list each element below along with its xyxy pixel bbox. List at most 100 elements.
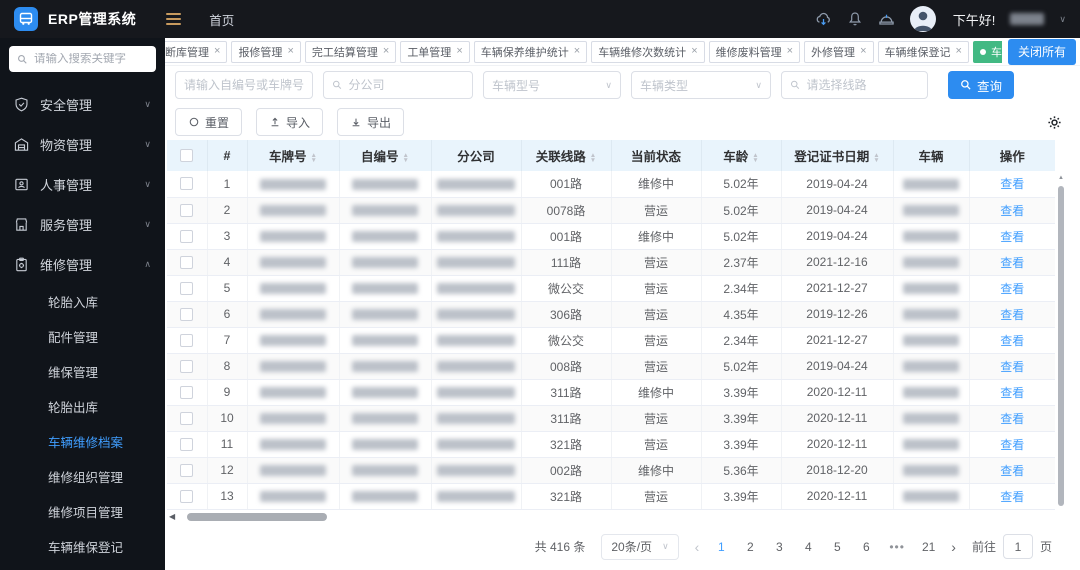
sidebar-item-物资管理[interactable]: 物资管理 ∨: [0, 124, 165, 164]
sidebar-item-安全管理[interactable]: 安全管理 ∨: [0, 84, 165, 124]
view-link[interactable]: 查看: [1000, 386, 1024, 400]
column-settings-gear-icon[interactable]: [1047, 115, 1062, 130]
company-search-field[interactable]: [323, 71, 473, 99]
sidebar-subitem-配件管理[interactable]: 配件管理: [0, 319, 165, 354]
row-checkbox[interactable]: [180, 437, 194, 451]
scroll-left-icon[interactable]: ◀: [169, 512, 175, 521]
view-link[interactable]: 查看: [1000, 230, 1024, 244]
page-number-6[interactable]: 6: [860, 540, 872, 554]
tab-工单管理[interactable]: 工单管理 ×: [400, 40, 470, 63]
page-number-21[interactable]: 21: [922, 540, 935, 554]
sidebar-subitem-车辆维修档案[interactable]: 车辆维修档案: [0, 424, 165, 459]
view-link[interactable]: 查看: [1000, 204, 1024, 218]
tab-close-icon[interactable]: ×: [287, 46, 293, 57]
horizontal-scrollbar[interactable]: ◀: [169, 510, 1080, 524]
sidebar-item-服务管理[interactable]: 服务管理 ∨: [0, 204, 165, 244]
tab-外修管理[interactable]: 外修管理 ×: [804, 40, 874, 63]
page-size-select[interactable]: 20条/页 ∨: [601, 533, 679, 560]
tab-车辆维保登记[interactable]: 车辆维保登记 ×: [877, 40, 969, 63]
prev-page-button[interactable]: ‹: [695, 539, 700, 555]
view-link[interactable]: 查看: [1000, 177, 1024, 191]
row-checkbox[interactable]: [180, 203, 194, 217]
column-header-line[interactable]: 关联线路 ▲ ▼: [521, 140, 612, 171]
close-all-tabs-button[interactable]: 关闭所有: [1007, 38, 1076, 65]
select-all-checkbox[interactable]: [180, 149, 194, 162]
page-number-2[interactable]: 2: [744, 540, 756, 554]
sidebar-subitem-车辆维保登记[interactable]: 车辆维保登记: [0, 529, 165, 564]
sidebar-subitem-维修组织管理[interactable]: 维修组织管理: [0, 459, 165, 494]
tab-故障诊断库管理[interactable]: 故障诊断库管理 ×: [165, 40, 228, 63]
tab-车辆维修次数统计[interactable]: 车辆维修次数统计 ×: [591, 40, 705, 63]
user-avatar[interactable]: [909, 6, 936, 32]
view-link[interactable]: 查看: [1000, 438, 1024, 452]
import-button[interactable]: 导入: [256, 108, 324, 136]
tab-车辆维修档案[interactable]: 车辆维修档案×: [972, 40, 1002, 63]
goto-page-input[interactable]: [1002, 534, 1033, 560]
tab-close-icon[interactable]: ×: [456, 46, 462, 57]
sidebar-search-input[interactable]: [34, 53, 148, 65]
vehicle-model-select[interactable]: 车辆型号 ∨: [483, 71, 621, 99]
line-search-input[interactable]: [806, 78, 919, 92]
page-number-4[interactable]: 4: [802, 540, 814, 554]
tab-close-icon[interactable]: ×: [383, 46, 389, 57]
breadcrumb-home[interactable]: 首页: [209, 10, 234, 29]
query-button[interactable]: 查询: [948, 71, 1015, 99]
username-redacted[interactable]: [1010, 13, 1045, 25]
column-header-code[interactable]: 自编号 ▲ ▼: [339, 140, 432, 171]
sort-icon[interactable]: ▲ ▼: [311, 152, 317, 164]
row-checkbox[interactable]: [180, 359, 194, 373]
tab-close-icon[interactable]: ×: [214, 46, 220, 57]
sidebar-subitem-轮胎出库[interactable]: 轮胎出库: [0, 389, 165, 424]
tab-完工结算管理[interactable]: 完工结算管理 ×: [304, 40, 397, 63]
view-link[interactable]: 查看: [1000, 256, 1024, 270]
sort-icon[interactable]: ▲ ▼: [873, 152, 879, 164]
view-link[interactable]: 查看: [1000, 360, 1024, 374]
sidebar-subitem-维修项目管理[interactable]: 维修项目管理: [0, 494, 165, 529]
chevron-down-icon[interactable]: ∨: [1059, 14, 1066, 25]
column-header-age[interactable]: 车龄 ▲ ▼: [701, 140, 782, 171]
row-checkbox[interactable]: [180, 177, 194, 191]
view-link[interactable]: 查看: [1000, 412, 1024, 426]
view-link[interactable]: 查看: [1000, 282, 1024, 296]
plate-search-field[interactable]: [175, 71, 313, 99]
sidebar-subitem-轮胎入库[interactable]: 轮胎入库: [0, 284, 165, 319]
row-checkbox[interactable]: [180, 307, 194, 321]
tab-close-icon[interactable]: ×: [787, 46, 793, 57]
export-button[interactable]: 导出: [337, 108, 405, 136]
collapse-menu-icon[interactable]: [166, 13, 182, 25]
tab-维修废料管理[interactable]: 维修废料管理 ×: [708, 40, 801, 63]
bell-icon[interactable]: [847, 11, 863, 27]
view-link[interactable]: 查看: [1000, 464, 1024, 478]
next-page-button[interactable]: ›: [951, 539, 956, 555]
sidebar-subitem-维保管理[interactable]: 维保管理: [0, 354, 165, 389]
row-checkbox[interactable]: [180, 385, 194, 399]
sidebar-item-维修管理[interactable]: 维修管理 ∧: [0, 244, 165, 284]
scroll-up-icon[interactable]: ▲: [1057, 175, 1065, 181]
vertical-scrollbar[interactable]: ▲: [1057, 173, 1065, 510]
column-header-plate[interactable]: 车牌号 ▲ ▼: [247, 140, 340, 171]
row-checkbox[interactable]: [180, 489, 194, 503]
column-header-date[interactable]: 登记证书日期 ▲ ▼: [781, 140, 894, 171]
line-search-field[interactable]: [781, 71, 928, 99]
row-checkbox[interactable]: [180, 255, 194, 269]
row-checkbox[interactable]: [180, 411, 194, 425]
view-link[interactable]: 查看: [1000, 334, 1024, 348]
page-number-1[interactable]: 1: [715, 540, 727, 554]
page-number-3[interactable]: 3: [773, 540, 785, 554]
sidebar-item-人事管理[interactable]: 人事管理 ∨: [0, 164, 165, 204]
view-link[interactable]: 查看: [1000, 490, 1024, 504]
page-number-5[interactable]: 5: [831, 540, 843, 554]
tab-close-icon[interactable]: ×: [574, 46, 580, 57]
sort-icon[interactable]: ▲ ▼: [752, 152, 758, 164]
tab-close-icon[interactable]: ×: [956, 46, 962, 57]
tab-报修管理[interactable]: 报修管理 ×: [231, 40, 301, 63]
vehicle-type-select[interactable]: 车辆类型 ∨: [631, 71, 771, 99]
row-checkbox[interactable]: [180, 229, 194, 243]
tab-close-icon[interactable]: ×: [691, 46, 697, 57]
sort-icon[interactable]: ▲ ▼: [403, 152, 409, 164]
tab-车辆保养维护统计[interactable]: 车辆保养维护统计 ×: [473, 40, 588, 63]
row-checkbox[interactable]: [180, 281, 194, 295]
view-link[interactable]: 查看: [1000, 308, 1024, 322]
vertical-scroll-thumb[interactable]: [1058, 186, 1064, 506]
tab-close-icon[interactable]: ×: [860, 46, 866, 57]
